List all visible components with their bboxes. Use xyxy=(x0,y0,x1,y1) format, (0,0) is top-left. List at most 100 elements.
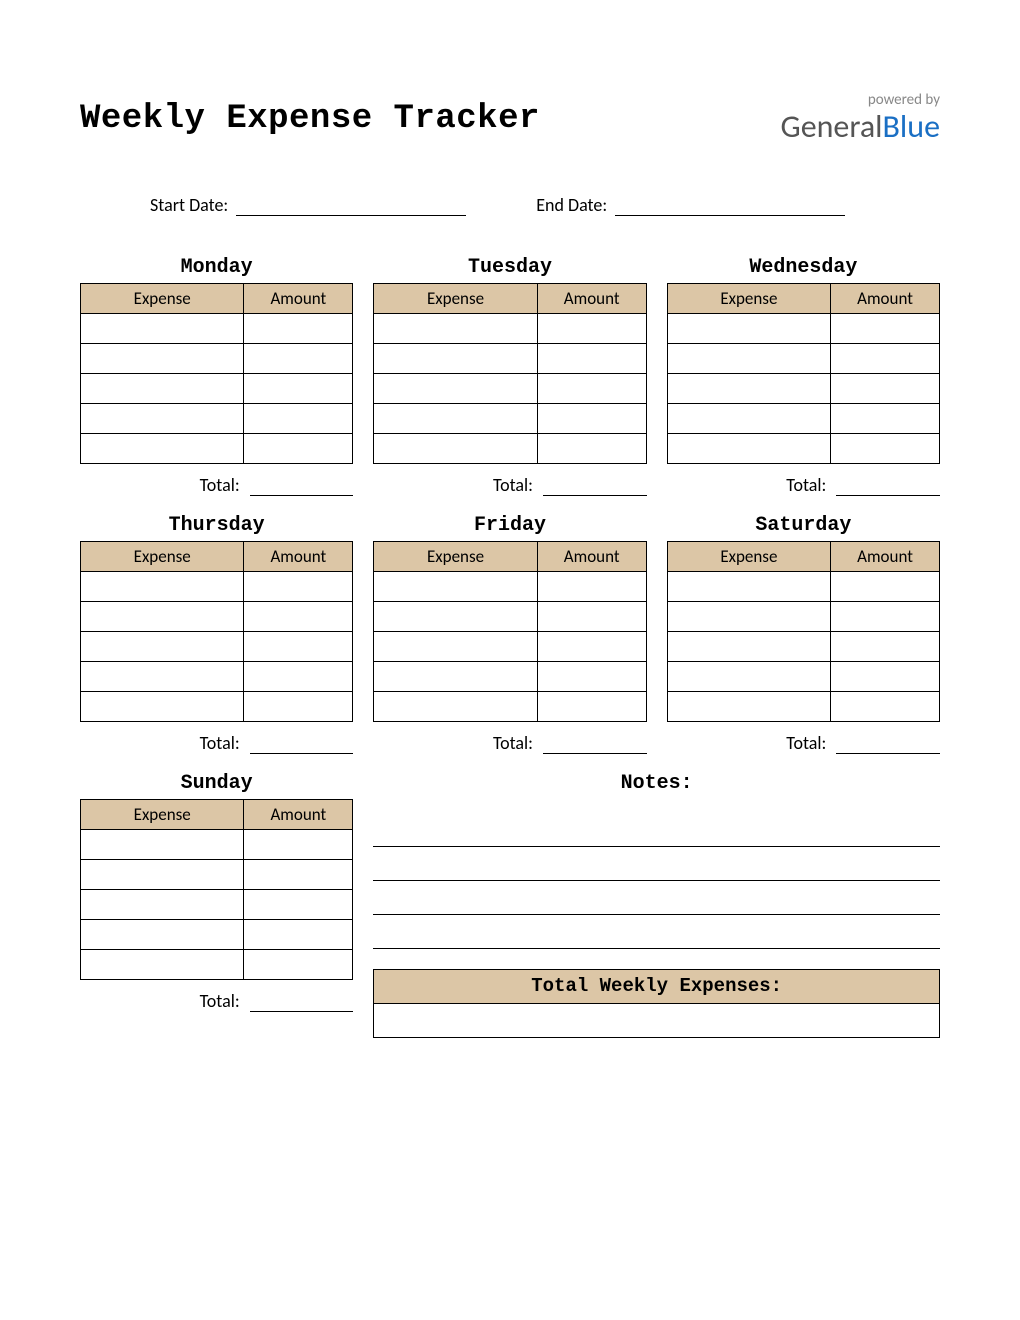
expense-cell[interactable] xyxy=(81,829,244,859)
expense-cell[interactable] xyxy=(374,403,537,433)
total-label: Total: xyxy=(373,474,537,496)
expense-cell[interactable] xyxy=(81,403,244,433)
amount-cell[interactable] xyxy=(831,601,940,631)
total-input[interactable] xyxy=(836,728,940,754)
day-block-sunday: SundayExpenseAmountTotal: xyxy=(80,772,353,1038)
weekly-total-input[interactable] xyxy=(374,1003,940,1037)
expense-cell[interactable] xyxy=(667,313,830,343)
day-total-row: Total: xyxy=(373,728,646,754)
expense-cell[interactable] xyxy=(374,601,537,631)
amount-cell[interactable] xyxy=(537,661,646,691)
total-input[interactable] xyxy=(250,986,354,1012)
amount-cell[interactable] xyxy=(831,403,940,433)
amount-cell[interactable] xyxy=(537,433,646,463)
amount-cell[interactable] xyxy=(831,631,940,661)
total-input[interactable] xyxy=(250,728,354,754)
expense-cell[interactable] xyxy=(667,433,830,463)
expense-cell[interactable] xyxy=(374,571,537,601)
total-input[interactable] xyxy=(250,470,354,496)
expense-cell[interactable] xyxy=(374,631,537,661)
table-row xyxy=(374,691,646,721)
amount-cell[interactable] xyxy=(244,859,353,889)
expense-cell[interactable] xyxy=(81,691,244,721)
expense-cell[interactable] xyxy=(374,433,537,463)
expense-cell[interactable] xyxy=(81,661,244,691)
expense-cell[interactable] xyxy=(81,601,244,631)
table-row xyxy=(667,631,939,661)
amount-cell[interactable] xyxy=(244,313,353,343)
expense-cell[interactable] xyxy=(667,343,830,373)
amount-cell[interactable] xyxy=(537,601,646,631)
expense-cell[interactable] xyxy=(667,661,830,691)
expense-cell[interactable] xyxy=(81,919,244,949)
expense-cell[interactable] xyxy=(81,631,244,661)
amount-cell[interactable] xyxy=(244,691,353,721)
table-row xyxy=(81,661,353,691)
amount-cell[interactable] xyxy=(244,433,353,463)
amount-cell[interactable] xyxy=(244,373,353,403)
note-line[interactable] xyxy=(373,915,940,949)
amount-cell[interactable] xyxy=(244,919,353,949)
amount-cell[interactable] xyxy=(537,343,646,373)
note-line[interactable] xyxy=(373,813,940,847)
expense-cell[interactable] xyxy=(374,313,537,343)
table-row xyxy=(81,631,353,661)
end-date-input[interactable] xyxy=(615,194,845,216)
expense-cell[interactable] xyxy=(81,343,244,373)
day-total-row: Total: xyxy=(667,728,940,754)
expense-cell[interactable] xyxy=(81,889,244,919)
expense-cell[interactable] xyxy=(667,691,830,721)
expense-cell[interactable] xyxy=(81,571,244,601)
day-title: Sunday xyxy=(80,772,353,795)
amount-cell[interactable] xyxy=(244,403,353,433)
expense-cell[interactable] xyxy=(667,571,830,601)
col-header-amount: Amount xyxy=(244,283,353,313)
total-input[interactable] xyxy=(543,470,647,496)
total-label: Total: xyxy=(80,732,244,754)
amount-cell[interactable] xyxy=(537,373,646,403)
amount-cell[interactable] xyxy=(537,313,646,343)
expense-cell[interactable] xyxy=(81,859,244,889)
amount-cell[interactable] xyxy=(831,313,940,343)
amount-cell[interactable] xyxy=(244,601,353,631)
total-input[interactable] xyxy=(836,470,940,496)
amount-cell[interactable] xyxy=(537,571,646,601)
expense-cell[interactable] xyxy=(81,373,244,403)
expense-cell[interactable] xyxy=(374,691,537,721)
col-header-amount: Amount xyxy=(244,541,353,571)
amount-cell[interactable] xyxy=(537,631,646,661)
amount-cell[interactable] xyxy=(244,829,353,859)
expense-cell[interactable] xyxy=(667,631,830,661)
amount-cell[interactable] xyxy=(537,403,646,433)
table-row xyxy=(374,631,646,661)
expense-cell[interactable] xyxy=(667,403,830,433)
amount-cell[interactable] xyxy=(244,631,353,661)
amount-cell[interactable] xyxy=(244,343,353,373)
expense-cell[interactable] xyxy=(374,373,537,403)
note-line[interactable] xyxy=(373,847,940,881)
amount-cell[interactable] xyxy=(831,373,940,403)
expense-cell[interactable] xyxy=(81,949,244,979)
amount-cell[interactable] xyxy=(831,691,940,721)
expense-cell[interactable] xyxy=(374,343,537,373)
amount-cell[interactable] xyxy=(831,571,940,601)
note-line[interactable] xyxy=(373,881,940,915)
total-input[interactable] xyxy=(543,728,647,754)
amount-cell[interactable] xyxy=(831,343,940,373)
day-total-row: Total: xyxy=(80,728,353,754)
start-date-input[interactable] xyxy=(236,194,466,216)
expense-cell[interactable] xyxy=(374,661,537,691)
amount-cell[interactable] xyxy=(831,433,940,463)
amount-cell[interactable] xyxy=(537,691,646,721)
expense-cell[interactable] xyxy=(81,313,244,343)
amount-cell[interactable] xyxy=(244,889,353,919)
amount-cell[interactable] xyxy=(244,661,353,691)
expense-cell[interactable] xyxy=(81,433,244,463)
amount-cell[interactable] xyxy=(244,949,353,979)
expense-cell[interactable] xyxy=(667,373,830,403)
expense-cell[interactable] xyxy=(667,601,830,631)
expense-table: ExpenseAmount xyxy=(373,541,646,722)
amount-cell[interactable] xyxy=(831,661,940,691)
table-row xyxy=(667,433,939,463)
amount-cell[interactable] xyxy=(244,571,353,601)
